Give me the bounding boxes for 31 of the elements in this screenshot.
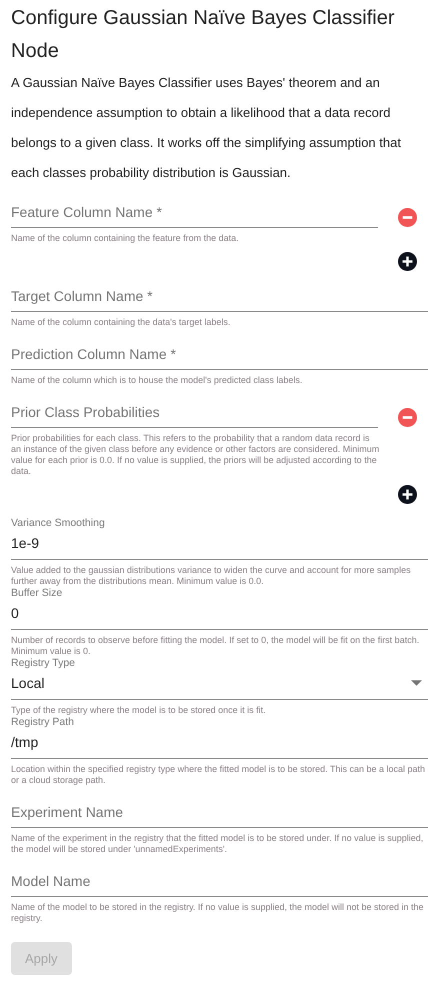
input-field[interactable]: Experiment Name: [11, 800, 428, 828]
input-field[interactable]: 1e-9: [11, 531, 428, 560]
remove-icon[interactable]: [398, 208, 417, 226]
field-label: Registry Type: [11, 657, 76, 669]
helper-text: Name of the model to be stored in the registry. If no value is supplied, the model will not be stored in the registry.: [11, 902, 425, 924]
helper-text: Value added to the gaussian distributions variance to widen the curve and account for more samples further away from the distributions mean. Minimum value is 0.0.: [11, 565, 412, 587]
field-label: Variance Smoothing: [11, 517, 106, 529]
helper-text: Name of the column containing the feature from the data.: [11, 233, 240, 244]
field-label: Registry Path: [11, 716, 76, 728]
input-field[interactable]: /tmp: [11, 730, 428, 759]
remove-icon[interactable]: [398, 408, 417, 426]
form-title: Configure Gaussian Naïve Bayes Classifier Node: [11, 6, 396, 64]
add-icon[interactable]: [398, 485, 417, 504]
helper-text: Type of the registry where the model is to be stored once it is fit.: [11, 705, 267, 716]
add-icon[interactable]: [398, 252, 417, 271]
dropdown[interactable]: Local: [11, 671, 428, 700]
caret-icon: [411, 680, 422, 686]
helper-text: Location within the specified registry type where the fitted model is to be stored. This can be a local path or a cloud storage path.: [11, 764, 426, 786]
helper-text: Name of the column containing the data's target labels.: [11, 317, 232, 328]
description: A Gaussian Naïve Bayes Classifier uses Bayes' theorem and an independence assumption to obtain a likelihood that a data record belongs to a given class. It works off the simplifying assumption that each classes probability distribution is Gaussian.: [11, 74, 402, 182]
helper-text: Name of the column which is to house the model's predicted class labels.: [11, 375, 304, 386]
input-field[interactable]: Feature Column Name *: [11, 200, 378, 228]
helper-text: Name of the experiment in the registry that the fitted model is to be stored under. If no value is supplied, the model will be stored under 'unnamedExperiments'.: [11, 833, 424, 855]
input-field[interactable]: Prediction Column Name *: [11, 342, 428, 370]
input-field[interactable]: Prior Class Probabilities: [11, 400, 378, 428]
helper-text: Number of records to observe before fitting the model. If set to 0, the model will be fit on the first batch. Minimum value is 0.: [11, 635, 420, 657]
input-field[interactable]: Model Name: [11, 869, 428, 897]
input-field[interactable]: 0: [11, 601, 428, 630]
field-label: Buffer Size: [11, 587, 64, 599]
input-field[interactable]: Target Column Name *: [11, 284, 428, 312]
helper-text: Prior probabilities for each class. This refers to the probability that a random data record is an instance of the given class before any evidence or other factors are considered. Minimum value for each prior is 0.0. If no value is supplied, the priors will be adjusted according to the data.: [11, 433, 380, 477]
